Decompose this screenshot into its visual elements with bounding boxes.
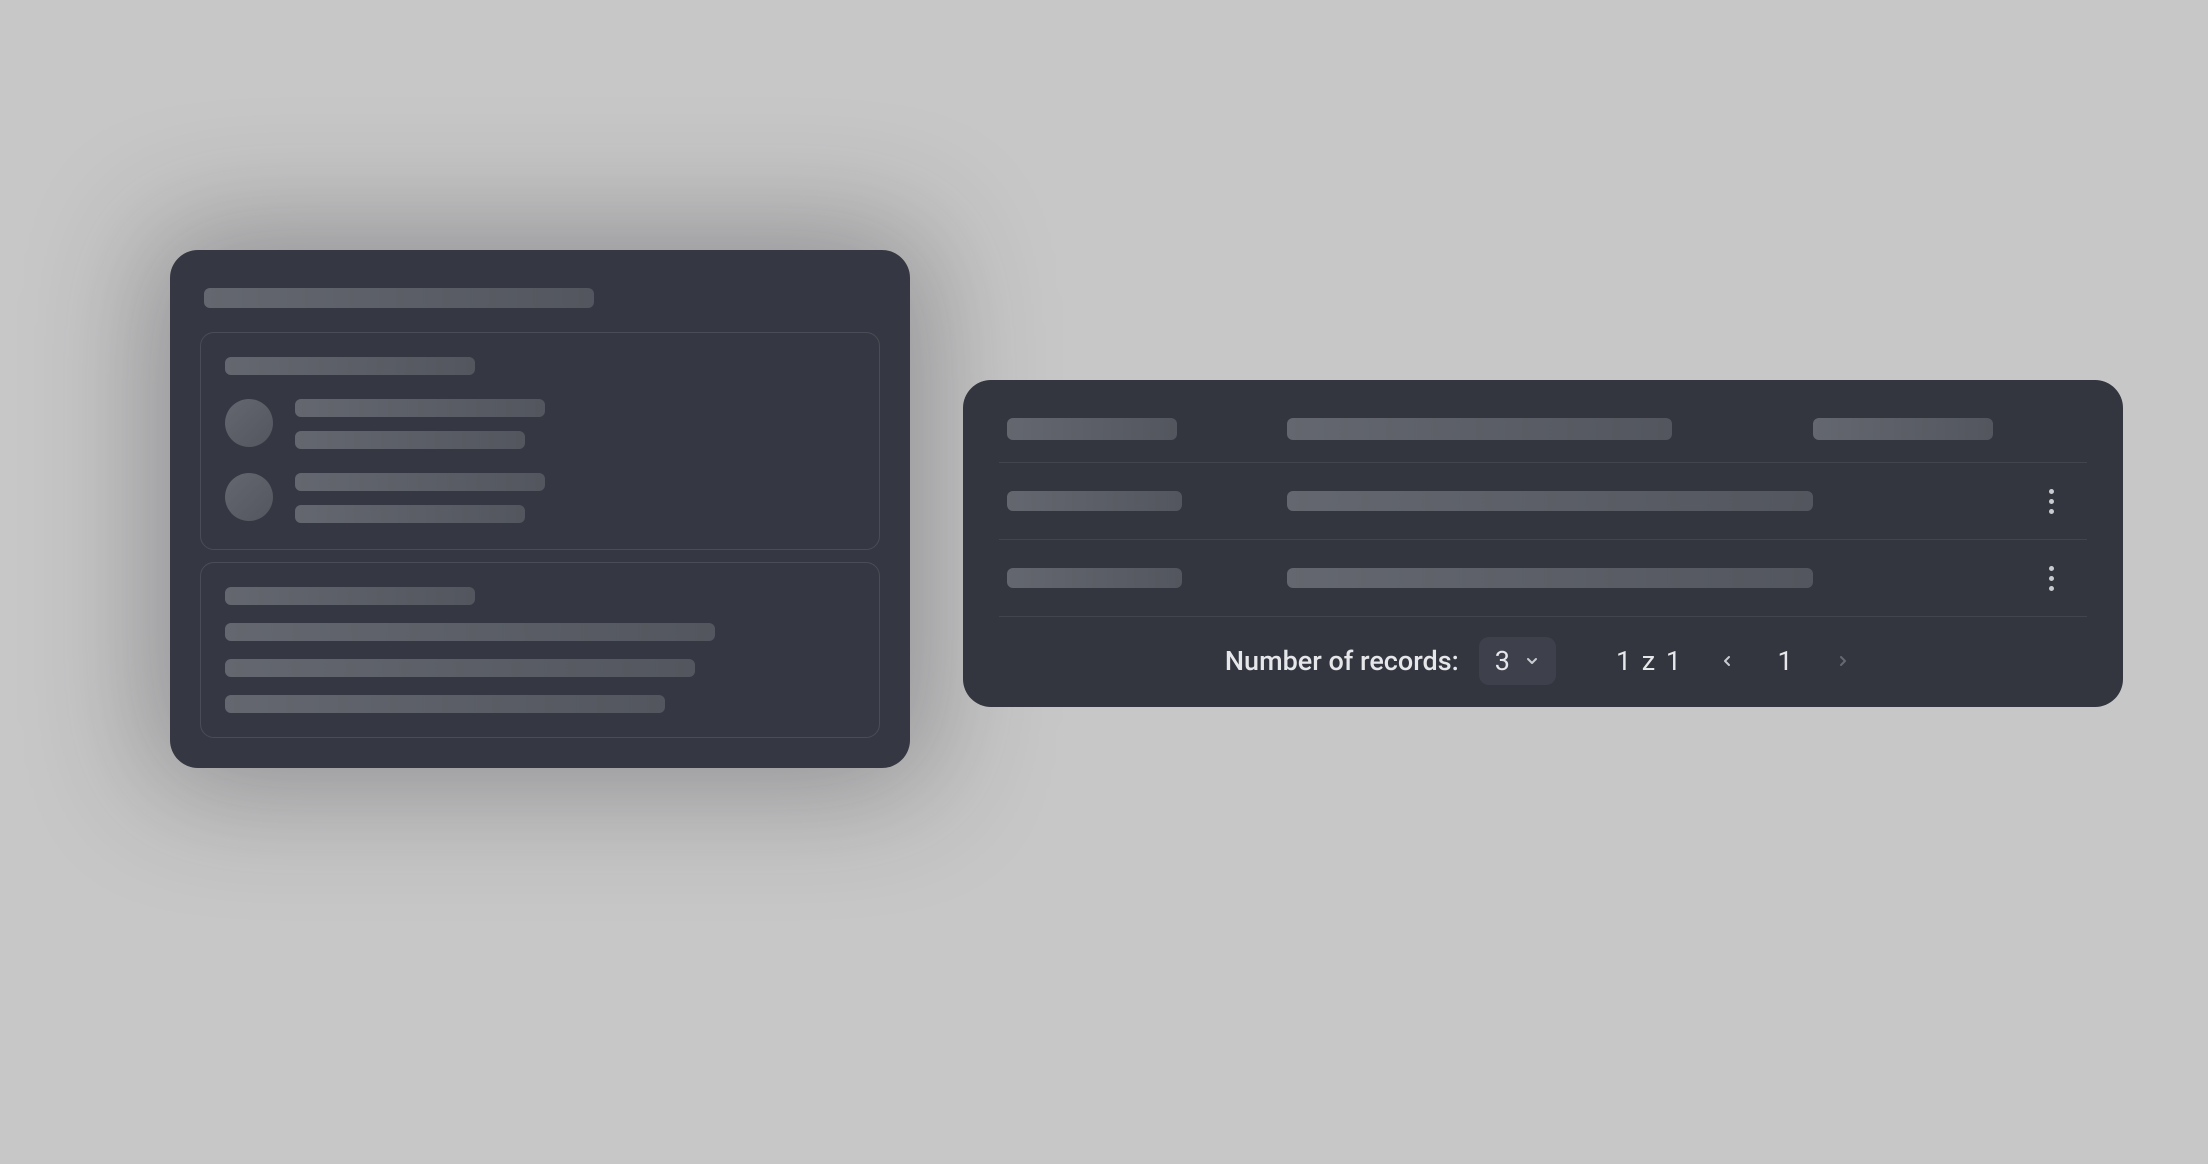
avatar-skeleton [225, 399, 273, 447]
table-row [999, 462, 2087, 539]
table-header [999, 408, 2087, 462]
table-row [999, 539, 2087, 616]
detail-card [170, 250, 910, 768]
text-line-skeleton [225, 623, 715, 641]
records-label: Number of records: [1225, 645, 1459, 677]
cell-skeleton [1007, 568, 1182, 588]
card-section-1 [200, 332, 880, 550]
page-range: 1 z 1 [1616, 645, 1683, 677]
text-line-skeleton [295, 473, 545, 491]
card-title-skeleton [204, 288, 594, 308]
page-size-value: 3 [1495, 645, 1510, 677]
prev-page-button[interactable] [1709, 643, 1745, 679]
current-page[interactable]: 1 [1765, 641, 1805, 681]
table-card: Number of records: 3 1 z 1 1 [963, 380, 2123, 707]
cell-skeleton [1007, 491, 1182, 511]
text-line-skeleton [295, 505, 525, 523]
next-page-button[interactable] [1825, 643, 1861, 679]
canvas: Number of records: 3 1 z 1 1 [0, 0, 2208, 1164]
cell-skeleton [1287, 568, 1813, 588]
column-header-skeleton [1813, 418, 1993, 440]
chevron-right-icon [1835, 653, 1851, 669]
chevron-left-icon [1719, 653, 1735, 669]
pagination-bar: Number of records: 3 1 z 1 1 [999, 616, 2087, 685]
avatar-skeleton [225, 473, 273, 521]
section-subtitle-skeleton [225, 357, 475, 375]
text-line-skeleton [295, 431, 525, 449]
column-header-skeleton [1007, 418, 1177, 440]
card-section-2 [200, 562, 880, 738]
text-line-skeleton [295, 399, 545, 417]
list-item [225, 399, 855, 449]
row-actions-button[interactable] [2037, 564, 2065, 592]
list-item [225, 473, 855, 523]
chevron-down-icon [1524, 653, 1540, 669]
row-actions-button[interactable] [2037, 487, 2065, 515]
text-line-skeleton [225, 587, 475, 605]
cell-skeleton [1287, 491, 1813, 511]
column-header-skeleton [1287, 418, 1672, 440]
page-size-select[interactable]: 3 [1479, 637, 1556, 685]
text-line-skeleton [225, 695, 665, 713]
text-line-skeleton [225, 659, 695, 677]
